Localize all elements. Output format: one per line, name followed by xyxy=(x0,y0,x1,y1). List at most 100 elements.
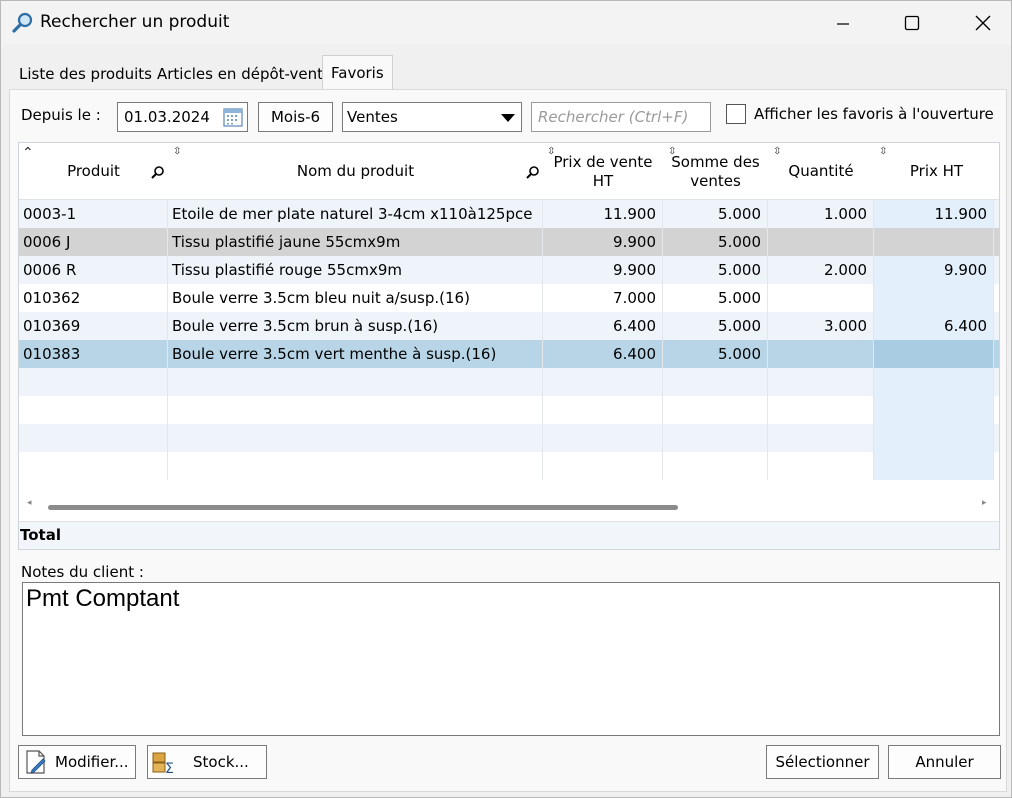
grid-cell-prix-ht xyxy=(874,368,994,396)
sort-icon[interactable]: ⇳ xyxy=(173,146,181,157)
grid-cell-sum: 5.000 xyxy=(663,312,768,340)
maximize-button[interactable] xyxy=(889,1,935,45)
grid-cell-sum: 5.000 xyxy=(663,256,768,284)
grid-cell-code: 0006 R xyxy=(19,256,168,284)
grid-cell-sum xyxy=(663,424,768,452)
grid-cell-sum: 5.000 xyxy=(663,228,768,256)
grid-cell-code xyxy=(19,396,168,424)
modify-button[interactable]: Modifier... xyxy=(18,745,136,779)
grid-cell-price xyxy=(543,368,663,396)
grid-cell-qty xyxy=(768,396,874,424)
svg-text:Σ: Σ xyxy=(165,761,174,775)
stock-button[interactable]: Σ Stock... xyxy=(147,745,267,779)
table-row[interactable]: 010383 Boule verre 3.5cm vert menthe à su… xyxy=(19,340,999,368)
minimize-button[interactable] xyxy=(820,1,866,45)
chevron-down-icon xyxy=(501,114,515,122)
maximize-icon xyxy=(904,15,920,31)
notes-textarea[interactable]: Pmt Comptant xyxy=(22,582,1000,736)
select-button[interactable]: Sélectionner xyxy=(766,745,879,779)
table-row[interactable]: 010362 Boule verre 3.5cm bleu nuit a/susp… xyxy=(19,284,999,312)
grid-cell-sum xyxy=(663,452,768,480)
search-placeholder: Rechercher (Ctrl+F) xyxy=(538,108,689,126)
grid-cell-qty: 3.000 xyxy=(768,312,874,340)
favorites-grid: ⌃ Produit Nom du produit ⇳ ⇳ Prix de ven… xyxy=(18,142,1000,550)
grid-cell-qty xyxy=(768,340,874,368)
table-row[interactable] xyxy=(19,424,999,452)
stock-icon: Σ xyxy=(152,752,174,775)
table-row[interactable]: 0006 R Tissu plastifié rouge 55cmx9m 9.900… xyxy=(19,256,999,284)
scroll-right-icon[interactable]: ▸ xyxy=(982,498,987,508)
modify-label: Modifier... xyxy=(55,753,129,771)
window-title: Rechercher un produit xyxy=(40,12,230,32)
col-header-quantity[interactable]: Quantité xyxy=(768,143,874,200)
grid-cell-price: 9.900 xyxy=(543,256,663,284)
tab-consignment[interactable]: Articles en dépôt-vente xyxy=(149,57,340,89)
grid-cell-code: 0003-1 xyxy=(19,200,168,228)
cancel-button[interactable]: Annuler xyxy=(888,745,1001,779)
total-label: Total xyxy=(20,526,61,544)
close-button[interactable] xyxy=(960,1,1006,45)
grid-cell-name: Boule verre 3.5cm bleu nuit a/susp.(16) xyxy=(168,284,543,312)
scroll-left-icon[interactable]: ◂ xyxy=(27,498,32,508)
calendar-icon[interactable] xyxy=(222,106,244,128)
search-input[interactable]: Rechercher (Ctrl+F) xyxy=(531,102,711,132)
table-row[interactable] xyxy=(19,396,999,424)
grid-cell-qty xyxy=(768,424,874,452)
grid-cell-sum: 5.000 xyxy=(663,284,768,312)
col-header-sum[interactable]: Somme des ventes xyxy=(663,143,768,200)
grid-cell-price xyxy=(543,424,663,452)
grid-cell-qty xyxy=(768,368,874,396)
grid-cell-sum xyxy=(663,368,768,396)
search-icon xyxy=(12,12,33,33)
grid-cell-code xyxy=(19,424,168,452)
grid-cell-code: 0006 J xyxy=(19,228,168,256)
filter-search-icon[interactable] xyxy=(525,165,540,180)
grid-cell-name: Etoile de mer plate naturel 3-4cm x110à1… xyxy=(168,200,543,228)
table-row[interactable] xyxy=(19,368,999,396)
tab-favorites[interactable]: Favoris xyxy=(322,55,393,89)
grid-cell-qty xyxy=(768,228,874,256)
grid-cell-code: 010362 xyxy=(19,284,168,312)
col-header-product[interactable]: Produit xyxy=(19,143,168,200)
type-select[interactable]: Ventes xyxy=(342,102,522,132)
table-row[interactable] xyxy=(19,452,999,480)
date-field[interactable]: 01.03.2024 xyxy=(117,102,248,132)
table-row[interactable]: 0006 J Tissu plastifié jaune 55cmx9m 9.900… xyxy=(19,228,999,256)
since-label: Depuis le : xyxy=(21,106,101,124)
grid-cell-prix-ht xyxy=(874,452,994,480)
grid-cell-code: 010369 xyxy=(19,312,168,340)
tab-product-list[interactable]: Liste des produits xyxy=(11,57,160,89)
scrollbar-thumb[interactable] xyxy=(48,505,678,510)
table-row[interactable]: 010369 Boule verre 3.5cm brun à susp.(16)… xyxy=(19,312,999,340)
grid-cell-code: 010383 xyxy=(19,340,168,368)
grid-cell-price xyxy=(543,452,663,480)
col-header-prix-ht[interactable]: Prix HT xyxy=(874,143,999,200)
grid-cell-name xyxy=(168,452,543,480)
grid-cell-name xyxy=(168,424,543,452)
grid-cell-name: Boule verre 3.5cm vert menthe à susp.(16… xyxy=(168,340,543,368)
grid-cell-code xyxy=(19,452,168,480)
table-row[interactable]: 0003-1 Etoile de mer plate naturel 3-4cm … xyxy=(19,200,999,228)
show-favorites-label: Afficher les favoris à l'ouverture xyxy=(754,105,994,123)
total-row: Total xyxy=(19,521,999,549)
horizontal-scrollbar[interactable]: ◂ ▸ xyxy=(19,494,999,518)
period-button[interactable]: Mois-6 xyxy=(258,102,333,132)
stock-label: Stock... xyxy=(193,753,249,771)
grid-cell-qty xyxy=(768,452,874,480)
grid-cell-prix-ht xyxy=(874,396,994,424)
grid-cell-price: 9.900 xyxy=(543,228,663,256)
grid-cell-price: 7.000 xyxy=(543,284,663,312)
grid-cell-prix-ht xyxy=(874,340,994,368)
title-bar: Rechercher un produit xyxy=(1,1,1011,45)
grid-cell-prix-ht xyxy=(874,424,994,452)
type-select-value: Ventes xyxy=(347,108,398,126)
grid-cell-price: 6.400 xyxy=(543,312,663,340)
col-header-name[interactable]: Nom du produit xyxy=(168,143,543,200)
grid-cell-name xyxy=(168,396,543,424)
edit-document-icon xyxy=(26,750,46,774)
grid-cell-price: 6.400 xyxy=(543,340,663,368)
show-favorites-checkbox[interactable] xyxy=(726,104,746,124)
col-header-price[interactable]: Prix de vente HT xyxy=(543,143,663,200)
filter-search-icon[interactable] xyxy=(150,165,165,180)
grid-cell-qty xyxy=(768,284,874,312)
